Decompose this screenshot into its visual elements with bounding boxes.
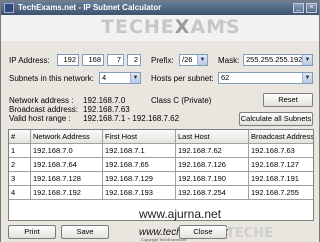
footer-logo: TECHE — [226, 226, 274, 241]
hosts-per-subnet-select[interactable]: 62 ▼ — [218, 72, 313, 84]
title-bar: TechExams.net - IP Subnet Calculator _ × — [1, 1, 319, 15]
prefix-select[interactable]: /26 ▼ — [179, 54, 208, 66]
network-address-value: 192.168.7.0 — [83, 96, 126, 105]
calculate-all-subnets-button[interactable]: Calculate all Subnets — [239, 112, 313, 126]
table-row[interactable]: 1 192.168.7.0 192.168.7.1 192.168.7.62 1… — [9, 144, 313, 158]
app-icon — [4, 3, 14, 13]
column-header-last-host[interactable]: Last Host — [176, 130, 249, 144]
column-header-network[interactable]: Network Address — [31, 130, 103, 144]
save-button[interactable]: Save — [61, 225, 109, 239]
ip-octet-2-input[interactable]: 168 — [82, 54, 104, 66]
table-row[interactable]: 3 192.168.7.128 192.168.7.129 192.168.7.… — [9, 172, 313, 186]
subnets-select[interactable]: 4 ▼ — [99, 72, 141, 84]
prefix-label: Prefix: — [151, 56, 174, 65]
subnets-label: Subnets in this network: — [9, 74, 94, 83]
chevron-down-icon: ▼ — [197, 55, 207, 65]
print-button[interactable]: Print — [8, 225, 56, 239]
ip-octet-3-input[interactable]: 7 — [107, 54, 124, 66]
close-window-button[interactable]: × — [306, 3, 317, 13]
brand-banner: TECHEXAMS ™ — [1, 15, 319, 41]
chevron-down-icon: ▼ — [130, 73, 140, 83]
reset-button[interactable]: Reset — [263, 93, 313, 107]
column-header-broadcast[interactable]: Broadcast Address — [249, 130, 313, 144]
table-row[interactable]: 2 192.168.7.64 192.168.7.65 192.168.7.12… — [9, 158, 313, 172]
close-button[interactable]: Close — [179, 225, 227, 239]
chevron-down-icon: ▼ — [302, 55, 312, 65]
ip-address-label: IP Address: — [9, 56, 50, 65]
chevron-down-icon: ▼ — [302, 73, 312, 83]
footer-bar: Print Save www.techexams.net Copyright T… — [1, 222, 319, 242]
window-title: TechExams.net - IP Subnet Calculator — [18, 3, 162, 12]
network-address-label: Network address : — [9, 96, 74, 105]
watermark-text: www.ajurna.net — [139, 207, 222, 221]
app-window: TechExams.net - IP Subnet Calculator _ ×… — [0, 0, 320, 242]
table-header-row: # Network Address First Host Last Host B… — [9, 130, 313, 144]
broadcast-address-label: Broadcast address: — [9, 105, 78, 114]
brand-logo: TECHEXAMS — [101, 16, 241, 38]
column-header-index[interactable]: # — [9, 130, 31, 144]
broadcast-address-value: 192.168.7.63 — [83, 105, 130, 114]
ip-octet-4-input[interactable]: 2 — [127, 54, 141, 66]
minimize-button[interactable]: _ — [293, 3, 304, 13]
column-header-first-host[interactable]: First Host — [103, 130, 176, 144]
network-class-text: Class C (Private) — [151, 96, 212, 105]
valid-host-range-value: 192.168.7.1 - 192.168.7.62 — [83, 114, 180, 123]
hosts-per-subnet-label: Hosts per subnet: — [151, 74, 214, 83]
trademark-mark: ™ — [221, 21, 227, 27]
valid-host-range-label: Valid host range : — [9, 114, 71, 123]
mask-select[interactable]: 255.255.255.192 ▼ — [243, 54, 313, 66]
ip-octet-1-input[interactable]: 192 — [57, 54, 79, 66]
mask-label: Mask: — [218, 56, 240, 65]
table-row[interactable]: 4 192.168.7.192 192.168.7.193 192.168.7.… — [9, 186, 313, 200]
